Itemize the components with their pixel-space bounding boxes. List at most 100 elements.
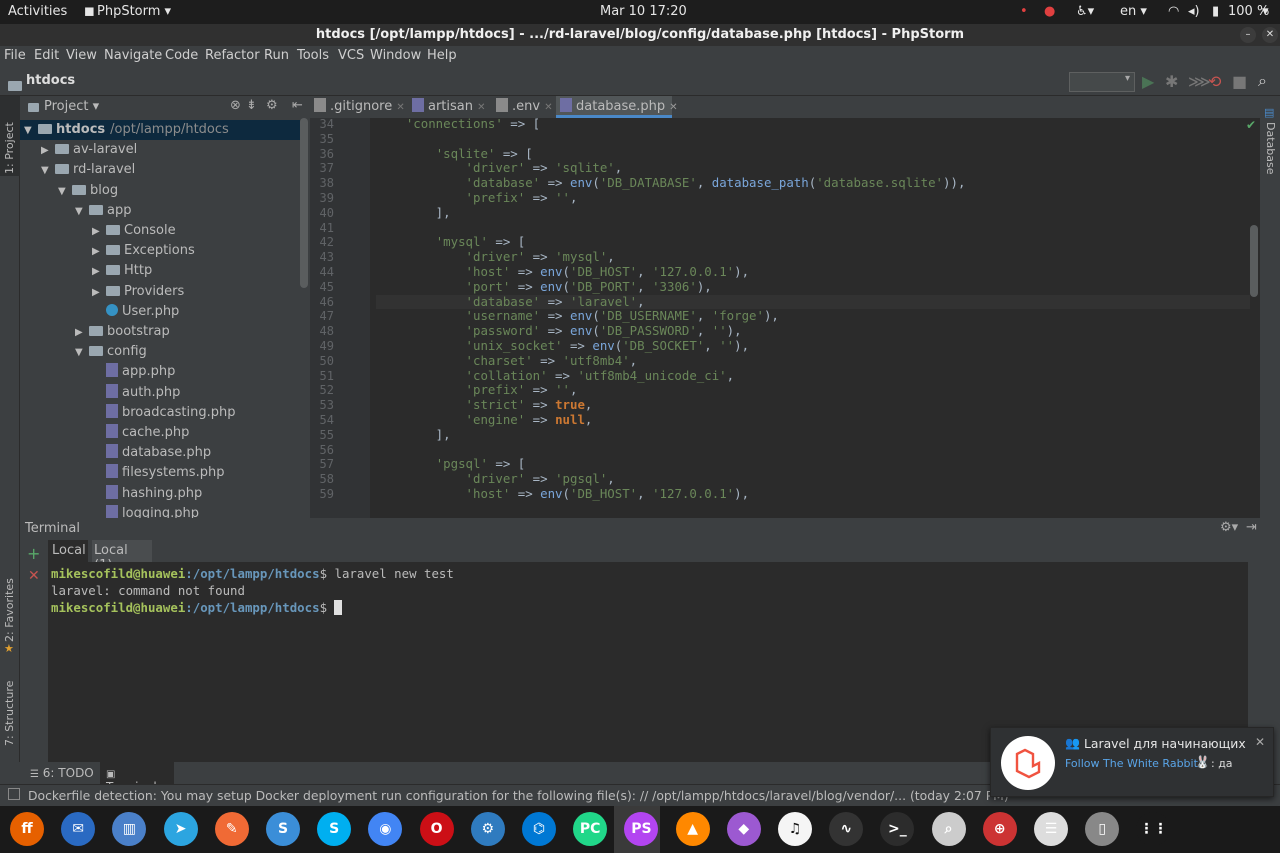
terminal-tool-button[interactable]: ▣ Terminal xyxy=(100,762,174,794)
tree-item[interactable]: ▶ av-laravel xyxy=(20,140,300,160)
activities-button[interactable]: Activities xyxy=(8,4,67,19)
hide-panel-icon[interactable]: ⇤ xyxy=(292,98,303,113)
gear-icon[interactable]: ⚙ xyxy=(266,98,278,113)
simplenote-icon[interactable]: S xyxy=(266,812,300,846)
collapsed-arrow-icon[interactable]: ▶ xyxy=(41,141,55,161)
close-window-icon[interactable]: ✕ xyxy=(1262,27,1278,43)
menu-vcs[interactable]: VCS xyxy=(338,48,364,63)
expanded-arrow-icon[interactable]: ▼ xyxy=(24,121,38,141)
app-menu[interactable]: PhpStorm ▾ xyxy=(97,4,171,19)
tree-item[interactable]: auth.php xyxy=(20,383,300,403)
system-menu-arrow-icon[interactable]: ▾ xyxy=(1262,4,1269,19)
project-view-selector[interactable]: Project ▾ xyxy=(44,99,99,114)
menu-help[interactable]: Help xyxy=(427,48,457,63)
tree-item[interactable]: ▶ Exceptions xyxy=(20,241,300,261)
run-config-dropdown[interactable]: ▾ xyxy=(1069,72,1135,92)
breadcrumb[interactable]: htdocs xyxy=(26,73,75,88)
minimize-icon[interactable]: – xyxy=(1240,27,1256,43)
inspection-ok-icon[interactable]: ✔ xyxy=(1246,118,1256,132)
terminal-tab-local-1[interactable]: Local (1) xyxy=(92,540,152,573)
tree-item[interactable]: cache.php xyxy=(20,423,300,443)
collapsed-arrow-icon[interactable]: ▶ xyxy=(92,262,106,282)
close-tab-icon[interactable]: ✕ xyxy=(544,102,552,113)
database-tool-button[interactable]: Database xyxy=(1264,122,1277,175)
scroll-from-source-icon[interactable]: ⇟ xyxy=(246,98,257,113)
skype-icon[interactable]: S xyxy=(317,812,352,846)
apps-icon[interactable]: ⋮⋮ xyxy=(1136,812,1171,846)
terminal-tab-local[interactable]: Local xyxy=(48,540,88,562)
tab-gitignore[interactable]: .gitignore ✕ xyxy=(310,96,405,118)
collapsed-arrow-icon[interactable]: ▶ xyxy=(92,222,106,242)
tree-item[interactable]: hashing.php xyxy=(20,484,300,504)
search-icon[interactable]: ⌕ xyxy=(931,812,966,846)
files-icon[interactable]: ▥ xyxy=(112,812,147,846)
profile-icon[interactable]: ⟲ xyxy=(1208,72,1221,91)
code-editor[interactable]: 'connections' => [ 'sqlite' => [ 'driver… xyxy=(370,118,1250,518)
language-selector[interactable]: en ▾ xyxy=(1120,4,1147,19)
menu-tools[interactable]: Tools xyxy=(297,48,329,63)
monitor-icon[interactable]: ∿ xyxy=(829,812,864,846)
tree-item[interactable]: ▼ blog xyxy=(20,181,300,201)
menu-file[interactable]: File xyxy=(4,48,26,63)
tree-item[interactable]: logging.php xyxy=(20,504,300,518)
notification-link[interactable]: Follow The White Rabbit xyxy=(1065,757,1198,770)
stop-icon[interactable]: ■ xyxy=(1232,72,1247,91)
tab-env[interactable]: .env ✕ xyxy=(492,96,554,118)
tree-item[interactable]: ▶ bootstrap xyxy=(20,322,300,342)
tree-item[interactable]: ▼ htdocs/opt/lampp/htdocs xyxy=(20,120,300,140)
expanded-arrow-icon[interactable]: ▼ xyxy=(41,161,55,181)
run-icon[interactable]: ▶ xyxy=(1142,72,1154,91)
terminal-settings-icon[interactable]: ⚙▾ xyxy=(1220,520,1238,535)
menu-code[interactable]: Code xyxy=(165,48,198,63)
volume-icon[interactable]: ◂) xyxy=(1188,4,1200,19)
notification-popup[interactable]: 👥 Laravel для начинающих ✕ Follow The Wh… xyxy=(990,727,1274,797)
indicator-dot-icon[interactable]: • xyxy=(1020,4,1028,19)
tree-item[interactable]: User.php xyxy=(20,302,300,322)
editor-scrollbar[interactable] xyxy=(1250,225,1258,297)
tree-item[interactable]: app.php xyxy=(20,362,300,382)
tab-database-php[interactable]: database.php ✕ xyxy=(556,96,678,118)
battery-icon[interactable]: ▮ xyxy=(1212,4,1219,19)
vlc-icon[interactable]: ▲ xyxy=(675,812,710,846)
menu-run[interactable]: Run xyxy=(264,48,289,63)
tree-item[interactable]: ▶ Http xyxy=(20,261,300,281)
clock[interactable]: Mar 10 17:20 xyxy=(600,4,687,19)
hide-terminal-icon[interactable]: ⇥ xyxy=(1246,520,1257,535)
collapsed-arrow-icon[interactable]: ▶ xyxy=(75,323,89,343)
krita-icon[interactable]: ⚙ xyxy=(470,812,505,846)
text-icon[interactable]: ☰ xyxy=(1034,812,1068,846)
collapse-icon[interactable]: ⊗ xyxy=(230,98,241,113)
terminal-icon[interactable]: >_ xyxy=(880,812,915,846)
help-icon[interactable]: ⊕ xyxy=(982,812,1017,846)
chrome-icon[interactable]: ◉ xyxy=(368,812,403,846)
project-scrollbar[interactable] xyxy=(300,118,308,288)
expanded-arrow-icon[interactable]: ▼ xyxy=(75,202,89,222)
tree-item[interactable]: ▼ rd-laravel xyxy=(20,160,300,180)
tree-item[interactable]: ▼ config xyxy=(20,342,300,362)
collapsed-arrow-icon[interactable]: ▶ xyxy=(92,242,106,262)
expanded-arrow-icon[interactable]: ▼ xyxy=(75,343,89,363)
menu-navigate[interactable]: Navigate xyxy=(104,48,162,63)
todo-tool-button[interactable]: ☰ 6: TODO xyxy=(30,766,94,780)
close-tab-icon[interactable]: ✕ xyxy=(477,102,485,113)
expanded-arrow-icon[interactable]: ▼ xyxy=(58,182,72,202)
accessibility-icon[interactable]: ♿▾ xyxy=(1076,4,1094,19)
firefox-icon[interactable]: ff xyxy=(10,812,44,846)
usb-icon[interactable]: ▯ xyxy=(1085,812,1120,846)
menu-refactor[interactable]: Refactor xyxy=(205,48,260,63)
tree-item[interactable]: broadcasting.php xyxy=(20,403,300,423)
close-tab-icon[interactable]: ✕ xyxy=(669,102,677,113)
telegram-icon[interactable]: ➤ xyxy=(163,812,198,846)
close-session-icon[interactable]: ✕ xyxy=(28,568,40,584)
favorites-tool-button[interactable]: 2: Favorites xyxy=(3,578,16,642)
thunderbird-icon[interactable]: ✉ xyxy=(61,812,96,846)
tree-item[interactable]: filesystems.php xyxy=(20,463,300,483)
debug-icon[interactable]: ✱ xyxy=(1165,72,1178,91)
tree-item[interactable]: database.php xyxy=(20,443,300,463)
opera-icon[interactable]: O xyxy=(419,812,454,846)
collapsed-arrow-icon[interactable]: ▶ xyxy=(92,283,106,303)
music-icon[interactable]: ♫ xyxy=(778,812,812,846)
new-session-icon[interactable]: + xyxy=(27,544,40,563)
tree-item[interactable]: ▶ Console xyxy=(20,221,300,241)
inkscape-icon[interactable]: ✎ xyxy=(214,812,249,846)
